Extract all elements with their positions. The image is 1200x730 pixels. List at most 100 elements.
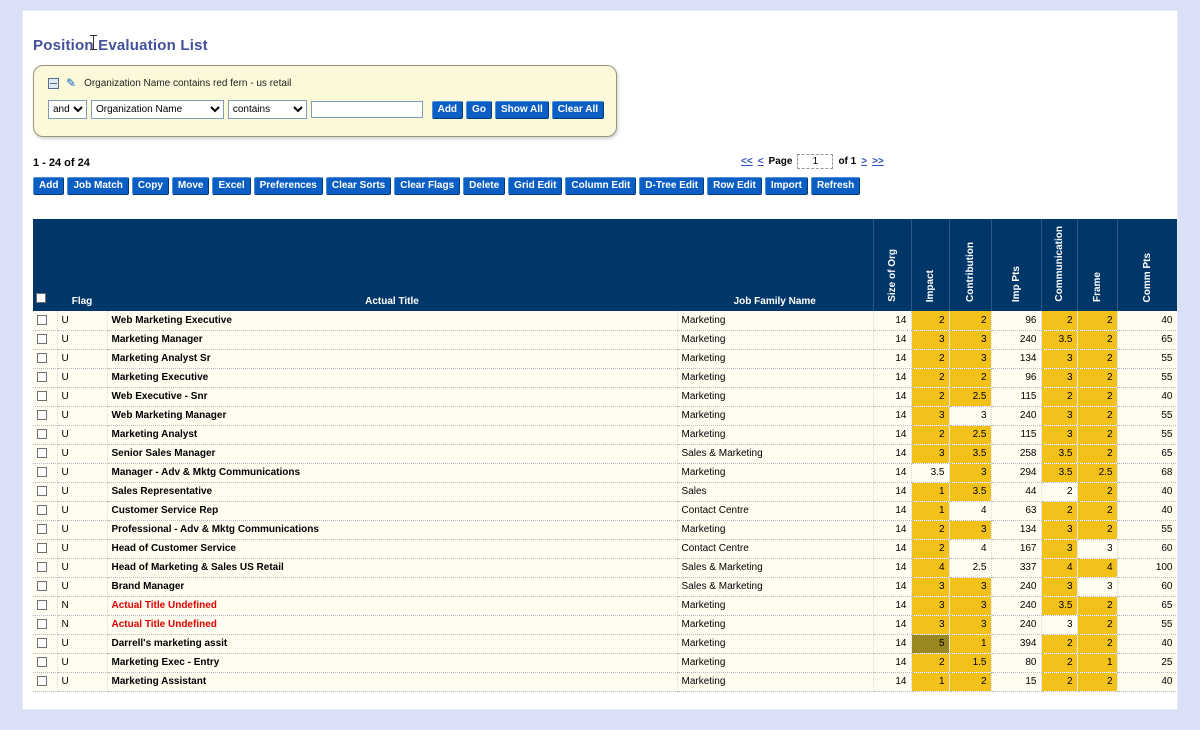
row-checkbox[interactable] [37, 676, 47, 686]
row-checkbox[interactable] [37, 391, 47, 401]
column-header-frame[interactable]: Frame [1077, 219, 1117, 311]
column-header-flag[interactable]: Flag [57, 219, 107, 311]
row-checkbox[interactable] [37, 315, 47, 325]
row-checkbox[interactable] [37, 334, 47, 344]
row-actual-title[interactable]: Customer Service Rep [107, 501, 677, 520]
table-row: UWeb Marketing ExecutiveMarketing1422962… [33, 311, 1177, 330]
column-header-imp-pts[interactable]: Imp Pts [991, 219, 1041, 311]
toolbar-button-add[interactable]: Add [33, 177, 64, 195]
filter-button-go[interactable]: Go [466, 101, 492, 119]
column-header-contribution[interactable]: Contribution [949, 219, 991, 311]
row-checkbox[interactable] [37, 429, 47, 439]
row-actual-title[interactable]: Head of Customer Service [107, 539, 677, 558]
filter-button-add[interactable]: Add [432, 101, 463, 119]
page-prev-link[interactable]: < [758, 156, 764, 167]
toolbar-button-d-tree-edit[interactable]: D-Tree Edit [639, 177, 704, 195]
toolbar-button-job-match[interactable]: Job Match [67, 177, 128, 195]
column-header-size-of-org[interactable]: Size of Org [873, 219, 911, 311]
boolean-operator-select[interactable]: and [48, 100, 87, 119]
row-actual-title[interactable]: Marketing Manager [107, 330, 677, 349]
row-checkbox-cell [33, 311, 57, 330]
row-checkbox[interactable] [37, 505, 47, 515]
row-actual-title[interactable]: Professional - Adv & Mktg Communications [107, 520, 677, 539]
cell-imp-pts: 80 [991, 653, 1041, 672]
row-checkbox-cell [33, 406, 57, 425]
row-actual-title[interactable]: Head of Marketing & Sales US Retail [107, 558, 677, 577]
row-checkbox[interactable] [37, 372, 47, 382]
row-checkbox[interactable] [37, 600, 47, 610]
cell-impact: 3.5 [911, 463, 949, 482]
column-header-actual-title[interactable]: Actual Title [107, 219, 677, 311]
column-header-impact[interactable]: Impact [911, 219, 949, 311]
row-actual-title[interactable]: Web Executive - Snr [107, 387, 677, 406]
row-actual-title[interactable]: Darrell's marketing assit [107, 634, 677, 653]
row-checkbox[interactable] [37, 562, 47, 572]
row-checkbox[interactable] [37, 467, 47, 477]
row-actual-title[interactable]: Marketing Analyst [107, 425, 677, 444]
row-checkbox[interactable] [37, 543, 47, 553]
toolbar-button-move[interactable]: Move [172, 177, 210, 195]
cell-size-of-org: 14 [873, 406, 911, 425]
row-actual-title[interactable]: Marketing Analyst Sr [107, 349, 677, 368]
row-actual-title[interactable]: Brand Manager [107, 577, 677, 596]
column-header-communication[interactable]: Communication [1041, 219, 1077, 311]
toolbar-button-excel[interactable]: Excel [212, 177, 250, 195]
page-number-input[interactable] [797, 154, 833, 169]
filter-button-show-all[interactable]: Show All [495, 101, 549, 119]
table-row: UMarketing AssistantMarketing1412152240 [33, 672, 1177, 691]
row-actual-title[interactable]: Manager - Adv & Mktg Communications [107, 463, 677, 482]
row-actual-title[interactable]: Marketing Executive [107, 368, 677, 387]
cell-communication: 3 [1041, 368, 1077, 387]
row-job-family-name: Marketing [677, 463, 873, 482]
toolbar-button-import[interactable]: Import [765, 177, 808, 195]
row-actual-title[interactable]: Web Marketing Executive [107, 311, 677, 330]
page-first-link[interactable]: << [741, 156, 753, 167]
column-header-job-family-name[interactable]: Job Family Name [677, 219, 873, 311]
toolbar-button-refresh[interactable]: Refresh [811, 177, 860, 195]
cell-size-of-org: 14 [873, 444, 911, 463]
row-actual-title[interactable]: Marketing Exec - Entry [107, 653, 677, 672]
toolbar-button-grid-edit[interactable]: Grid Edit [508, 177, 562, 195]
toolbar-button-preferences[interactable]: Preferences [254, 177, 323, 195]
filter-field-select[interactable]: Organization Name [91, 100, 224, 119]
row-actual-title[interactable]: Actual Title Undefined [107, 596, 677, 615]
filter-button-clear-all[interactable]: Clear All [552, 101, 604, 119]
cell-communication: 3.5 [1041, 330, 1077, 349]
filter-value-input[interactable] [311, 101, 423, 118]
row-checkbox-cell [33, 672, 57, 691]
row-actual-title[interactable]: Marketing Assistant [107, 672, 677, 691]
row-flag: U [57, 387, 107, 406]
row-job-family-name: Marketing [677, 615, 873, 634]
filter-collapse-icon[interactable] [48, 78, 59, 89]
select-all-checkbox[interactable] [36, 293, 46, 303]
row-checkbox[interactable] [37, 410, 47, 420]
cell-comm-pts: 55 [1117, 520, 1177, 539]
toolbar-button-clear-flags[interactable]: Clear Flags [394, 177, 460, 195]
row-checkbox[interactable] [37, 353, 47, 363]
cell-frame: 3 [1077, 577, 1117, 596]
toolbar-button-column-edit[interactable]: Column Edit [565, 177, 636, 195]
row-checkbox[interactable] [37, 486, 47, 496]
toolbar-button-delete[interactable]: Delete [463, 177, 505, 195]
toolbar-button-clear-sorts[interactable]: Clear Sorts [326, 177, 391, 195]
row-checkbox[interactable] [37, 657, 47, 667]
row-actual-title[interactable]: Sales Representative [107, 482, 677, 501]
row-checkbox[interactable] [37, 524, 47, 534]
page-last-link[interactable]: >> [872, 156, 884, 167]
row-checkbox[interactable] [37, 638, 47, 648]
row-checkbox[interactable] [37, 448, 47, 458]
page-next-link[interactable]: > [861, 156, 867, 167]
row-actual-title[interactable]: Senior Sales Manager [107, 444, 677, 463]
row-checkbox[interactable] [37, 581, 47, 591]
row-actual-title[interactable]: Actual Title Undefined [107, 615, 677, 634]
cell-comm-pts: 40 [1117, 387, 1177, 406]
row-checkbox[interactable] [37, 619, 47, 629]
filter-edit-icon[interactable]: ✎ [66, 78, 76, 89]
column-header-comm-pts[interactable]: Comm Pts [1117, 219, 1177, 311]
toolbar-button-row-edit[interactable]: Row Edit [707, 177, 762, 195]
toolbar-button-copy[interactable]: Copy [132, 177, 169, 195]
row-actual-title[interactable]: Web Marketing Manager [107, 406, 677, 425]
cell-communication: 3 [1041, 425, 1077, 444]
table-row: UMarketing Analyst SrMarketing1423134325… [33, 349, 1177, 368]
filter-operator-select[interactable]: contains [228, 100, 307, 119]
